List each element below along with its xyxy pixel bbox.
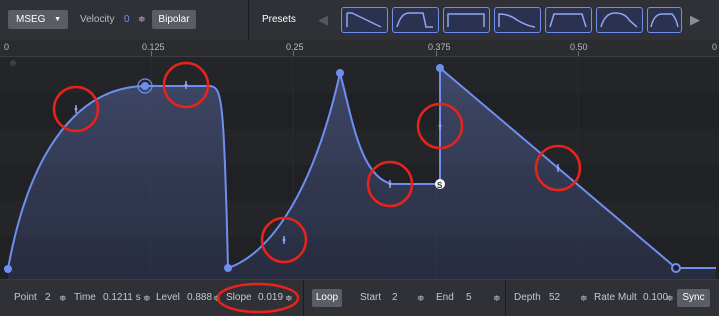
slope-highlight-ellipse: [216, 282, 300, 314]
velocity-stepper-icon[interactable]: ≑: [138, 10, 146, 29]
envelope-graph[interactable]: S: [0, 57, 719, 279]
up-down-stepper-icon[interactable]: ≑: [580, 280, 588, 316]
preset-shape-6[interactable]: [596, 7, 643, 33]
toolbar: MSEG ▼ Velocity 0 ≑ Bipolar Presets ◀ ▶: [0, 0, 719, 41]
bipolar-button[interactable]: Bipolar: [152, 10, 196, 29]
preset-shape-6-graphic: [600, 12, 638, 28]
mode-dropdown-label: MSEG: [16, 14, 46, 25]
level-value[interactable]: 0.888: [187, 280, 212, 316]
envelope-point-1[interactable]: [4, 265, 12, 273]
preset-shape-7-graphic: [650, 13, 679, 28]
up-down-stepper-icon[interactable]: ≑: [493, 280, 501, 316]
triangle-left-icon[interactable]: ◀: [318, 12, 328, 28]
sync-button[interactable]: Sync: [677, 289, 710, 307]
mode-dropdown[interactable]: MSEG ▼: [8, 10, 68, 29]
presets-label: Presets: [262, 14, 296, 25]
rate-mult-label: Rate Mult: [594, 292, 637, 303]
preset-shape-1-graphic: [346, 12, 382, 28]
start-label: Start: [360, 292, 382, 303]
envelope-point-3[interactable]: [224, 264, 232, 272]
velocity-value[interactable]: 0: [124, 10, 130, 29]
envelope-point-2[interactable]: [141, 82, 149, 90]
preset-shape-4-graphic: [498, 13, 536, 28]
curve-handle[interactable]: [74, 105, 78, 113]
level-label: Level: [156, 292, 180, 303]
sustain-marker: S: [437, 181, 443, 190]
end-value[interactable]: 5: [466, 280, 472, 316]
loop-marker-icon: [10, 60, 16, 66]
ruler-tick: [578, 51, 579, 56]
grid-band: [0, 57, 719, 93]
preset-shape-2[interactable]: [392, 7, 439, 33]
preset-shape-7[interactable]: [647, 7, 682, 33]
time-ruler[interactable]: 0 0.125 0.25 0.375 0.50 0: [0, 40, 719, 57]
preset-shape-5[interactable]: [545, 7, 592, 33]
ruler-label-end: 0: [712, 42, 718, 52]
preset-shape-5-graphic: [549, 13, 587, 28]
preset-shape-3-graphic: [447, 13, 485, 27]
preset-shape-3[interactable]: [443, 7, 490, 33]
divider: [505, 280, 506, 316]
up-down-stepper-icon[interactable]: ≑: [666, 280, 674, 316]
point-value[interactable]: 2: [45, 280, 51, 316]
ruler-tick: [293, 51, 294, 56]
start-value[interactable]: 2: [392, 280, 398, 316]
envelope-fill: [8, 68, 716, 279]
preset-shape-1[interactable]: [341, 7, 388, 33]
preset-shape-4[interactable]: [494, 7, 541, 33]
ruler-label-0: 0: [4, 42, 10, 52]
end-label: End: [436, 292, 454, 303]
divider: [303, 280, 304, 316]
ruler-tick: [436, 51, 437, 56]
up-down-stepper-icon[interactable]: ≑: [417, 280, 425, 316]
ruler-label-025: 0.25: [286, 42, 304, 52]
time-value[interactable]: 0.1211 s: [103, 280, 141, 316]
preset-shape-2-graphic: [396, 12, 433, 28]
point-label: Point: [14, 292, 37, 303]
envelope-editor[interactable]: S: [0, 57, 719, 279]
chevron-down-icon: ▼: [54, 16, 61, 23]
divider: [248, 0, 249, 40]
envelope-point-7[interactable]: [671, 263, 681, 273]
loop-button[interactable]: Loop: [312, 289, 342, 307]
depth-label: Depth: [514, 292, 541, 303]
time-label: Time: [74, 292, 96, 303]
ruler-label-0125: 0.125: [142, 42, 165, 52]
ruler-tick: [151, 51, 152, 56]
triangle-right-icon[interactable]: ▶: [690, 12, 700, 28]
up-down-stepper-icon[interactable]: ≑: [143, 280, 151, 316]
parameter-bar: Point 2 ≑ Time 0.1211 s ≑ Level 0.888 ≑ …: [0, 279, 719, 316]
envelope-point-4[interactable]: [336, 69, 344, 77]
up-down-stepper-icon[interactable]: ≑: [59, 280, 67, 316]
depth-value[interactable]: 52: [549, 280, 560, 316]
envelope-point-6[interactable]: [436, 64, 444, 72]
velocity-label: Velocity: [80, 14, 115, 25]
ruler-label-0375: 0.375: [428, 42, 451, 52]
rate-mult-value[interactable]: 0.100: [643, 280, 668, 316]
